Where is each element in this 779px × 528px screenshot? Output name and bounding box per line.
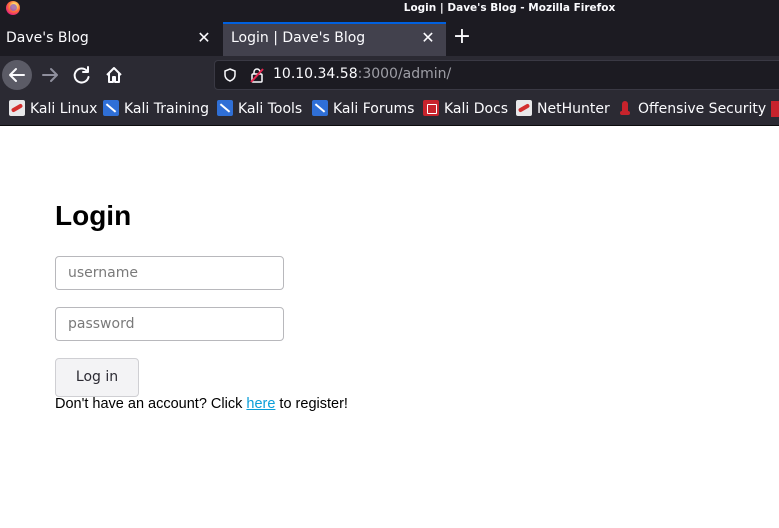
- new-tab-icon[interactable]: +: [450, 26, 474, 50]
- tracking-protection-shield-icon[interactable]: [223, 68, 237, 82]
- url-host: 10.10.34.58: [273, 66, 358, 82]
- username-input[interactable]: [55, 256, 284, 290]
- close-tab-icon[interactable]: ✕: [196, 30, 212, 46]
- tab-bar: Dave's Blog ✕ Login | Dave's Blog ✕ +: [0, 16, 779, 56]
- bookmark-label: Kali Training: [124, 101, 209, 117]
- bookmark-label: Kali Docs: [444, 101, 509, 117]
- home-icon[interactable]: [99, 60, 129, 90]
- bookmark-label: Offensive Security: [638, 101, 767, 117]
- kali-training-icon: [103, 100, 119, 116]
- bookmark-label: NetHunter: [537, 101, 610, 117]
- bookmark-nethunter[interactable]: NetHunter: [516, 100, 610, 120]
- kali-docs-icon: [423, 100, 439, 116]
- insecure-lock-icon[interactable]: [249, 67, 265, 83]
- url-path: :3000/admin/: [357, 66, 452, 82]
- window-title: Login | Dave's Blog - Mozilla Firefox: [403, 2, 616, 14]
- url-text: 10.10.34.58:3000/admin/: [273, 66, 451, 82]
- close-tab-icon[interactable]: ✕: [420, 30, 436, 46]
- password-input[interactable]: [55, 307, 284, 341]
- navigation-bar: 10.10.34.58:3000/admin/: [0, 56, 779, 93]
- tab-label: Dave's Blog: [6, 30, 89, 46]
- register-suffix: to register!: [275, 396, 348, 412]
- kali-tools-icon: [217, 100, 233, 116]
- tab-login[interactable]: Login | Dave's Blog ✕: [223, 22, 446, 56]
- url-bar[interactable]: 10.10.34.58:3000/admin/: [214, 60, 779, 90]
- bookmark-kali-training[interactable]: Kali Training: [103, 100, 209, 120]
- nethunter-icon: [516, 100, 532, 116]
- register-prompt: Don't have an account? Click here to reg…: [55, 396, 348, 412]
- page-content: Login Log in Don't have an account? Clic…: [0, 127, 779, 528]
- reload-icon[interactable]: [67, 60, 97, 90]
- bookmark-kali-linux[interactable]: Kali Linux: [9, 100, 97, 120]
- kali-icon: [9, 100, 25, 116]
- offensive-security-icon: [617, 100, 633, 116]
- back-arrow-icon[interactable]: [2, 60, 32, 90]
- page-title: Login: [55, 200, 132, 231]
- bookmark-kali-tools[interactable]: Kali Tools: [217, 100, 302, 120]
- bookmark-offensive-security[interactable]: Offensive Security: [617, 100, 766, 120]
- bookmark-label: Kali Linux: [30, 101, 98, 117]
- bookmark-overflow-icon[interactable]: [771, 101, 779, 117]
- bookmark-label: Kali Tools: [238, 101, 303, 117]
- bookmarks-toolbar: Kali Linux Kali Training Kali Tools Kali…: [0, 93, 779, 126]
- kali-forums-icon: [312, 100, 328, 116]
- tab-label: Login | Dave's Blog: [231, 30, 366, 46]
- register-prefix: Don't have an account? Click: [55, 396, 247, 412]
- bookmark-label: Kali Forums: [333, 101, 415, 117]
- forward-arrow-icon[interactable]: [35, 60, 65, 90]
- bookmark-kali-forums[interactable]: Kali Forums: [312, 100, 414, 120]
- login-button[interactable]: Log in: [55, 358, 139, 397]
- window-titlebar: Login | Dave's Blog - Mozilla Firefox: [0, 0, 779, 16]
- tab-daves-blog[interactable]: Dave's Blog ✕: [0, 22, 220, 56]
- bookmark-kali-docs[interactable]: Kali Docs: [423, 100, 508, 120]
- register-link[interactable]: here: [246, 396, 275, 412]
